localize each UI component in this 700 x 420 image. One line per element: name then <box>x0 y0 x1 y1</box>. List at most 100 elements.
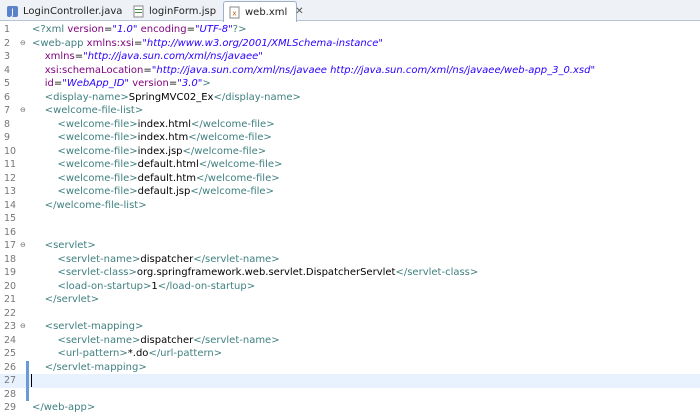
code-line[interactable]: 11 <welcome-file>default.html</welcome-f… <box>0 158 700 172</box>
token-tag: <welcome-file> <box>57 118 138 130</box>
code-line[interactable]: 10 <welcome-file>index.jsp</welcome-file… <box>0 145 700 159</box>
token-pi: <?xml <box>32 24 68 35</box>
code-line[interactable]: 9 <welcome-file>index.htm</welcome-file> <box>0 131 700 145</box>
token-val: "1.0" <box>112 24 138 35</box>
code-line[interactable]: 7 ⊖ <welcome-file-list> <box>0 104 700 118</box>
tab-label: web.xml <box>245 6 288 18</box>
token-txt: org.springframework.web.servlet.Dispatch… <box>136 267 396 278</box>
code-text: <welcome-file>default.html</welcome-file… <box>32 158 282 172</box>
code-line[interactable]: 3 xmlns="http://java.sun.com/xml/ns/java… <box>0 50 700 64</box>
token-tag: </url-pattern> <box>148 348 223 359</box>
line-number: 28 <box>4 388 17 400</box>
token-tag: <display-name> <box>44 91 129 103</box>
code-line[interactable]: 20 <load-on-startup>1</load-on-startup> <box>0 280 700 294</box>
code-line[interactable]: 26 </servlet-mapping> <box>0 360 700 375</box>
token-tag: </servlet-name> <box>193 253 280 265</box>
code-line[interactable]: 5 id="WebApp_ID" version="3.0"> <box>0 77 700 91</box>
token-tag: </welcome-file> <box>190 186 274 197</box>
fold-toggle-icon[interactable]: ⊖ <box>20 239 28 253</box>
token-tag: <web-app <box>32 37 87 49</box>
java-file-icon: J <box>6 5 19 18</box>
code-line[interactable]: 29 </web-app> <box>0 401 700 415</box>
tab-label: LoginController.java <box>23 6 123 17</box>
code-line[interactable]: 14 </welcome-file-list> <box>0 199 700 213</box>
tab-login-controller-java[interactable]: J LoginController.java <box>2 2 127 21</box>
line-number: 14 <box>4 199 17 211</box>
code-line[interactable]: 24 <servlet-name>dispatcher</servlet-nam… <box>0 334 700 348</box>
token-val: "3.0" <box>177 78 203 89</box>
code-line[interactable]: 4 xsi:schemaLocation="http://java.sun.co… <box>0 64 700 78</box>
code-text: <servlet-name>dispatcher</servlet-name> <box>32 253 280 267</box>
code-line[interactable]: 15 <box>0 212 700 226</box>
tab-login-form-jsp[interactable]: loginForm.jsp <box>128 2 223 21</box>
line-number: 19 <box>4 267 17 278</box>
token-txt: = <box>143 64 152 76</box>
jsp-file-icon <box>132 5 145 18</box>
code-line[interactable]: 8 <welcome-file>index.html</welcome-file… <box>0 118 700 132</box>
token-txt: = <box>53 78 63 89</box>
line-number: 16 <box>4 226 17 238</box>
token-attr: xmlns:xsi <box>86 37 134 49</box>
token-tag: </welcome-file> <box>196 172 280 184</box>
code-line[interactable]: 19 <servlet-class>org.springframework.we… <box>0 266 700 280</box>
code-line-current[interactable]: 27 <box>0 374 700 388</box>
code-line[interactable]: 23 ⊖ <servlet-mapping> <box>0 320 700 334</box>
fold-toggle-icon[interactable]: ⊖ <box>20 320 28 334</box>
token-tag: </servlet> <box>44 294 100 305</box>
token-tag: </welcome-file> <box>182 145 267 157</box>
code-line[interactable]: 13 <welcome-file>default.jsp</welcome-fi… <box>0 185 700 199</box>
code-line[interactable]: 28 <box>0 387 700 401</box>
token-val: "UTF-8" <box>194 24 233 35</box>
token-attr: id <box>44 78 54 89</box>
code-text: <url-pattern>*.do</url-pattern> <box>32 347 222 361</box>
code-line[interactable]: 12 <welcome-file>default.htm</welcome-fi… <box>0 172 700 186</box>
token-tag: <welcome-file> <box>57 132 138 143</box>
code-line[interactable]: 2 ⊖ <web-app xmlns:xsi="http://www.w3.org/… <box>0 37 700 51</box>
token-txt: index.jsp <box>137 145 183 157</box>
code-text: </servlet-mapping> <box>32 361 147 375</box>
code-line[interactable]: 25 <url-pattern>*.do</url-pattern> <box>0 347 700 361</box>
code-line[interactable]: 21 </servlet> <box>0 293 700 307</box>
xml-editor[interactable]: 1 <?xml version="1.0" encoding="UTF-8"?> 2… <box>0 22 700 420</box>
line-number: 26 <box>4 361 17 373</box>
line-number: 20 <box>4 280 17 292</box>
token-txt: = <box>168 78 178 89</box>
code-line[interactable]: 22 <box>0 307 700 321</box>
line-number: 4 <box>4 64 11 76</box>
token-attr: version <box>67 24 104 35</box>
text-caret <box>31 374 32 387</box>
fold-toggle-icon[interactable]: ⊖ <box>20 37 28 51</box>
token-txt: index.htm <box>137 132 189 143</box>
line-number: 3 <box>4 51 11 62</box>
code-text: <servlet> <box>32 239 96 253</box>
code-text: <servlet-class>org.springframework.web.s… <box>32 266 478 280</box>
token-tag: </welcome-file> <box>198 159 283 170</box>
code-line[interactable]: 6 <display-name>SpringMVC02_Ex</display-… <box>0 91 700 105</box>
line-number: 22 <box>4 307 17 319</box>
token-tag: </load-on-startup> <box>157 280 256 292</box>
fold-toggle-icon[interactable]: ⊖ <box>20 104 28 118</box>
close-icon[interactable]: ✕ <box>295 7 303 17</box>
code-line[interactable]: 18 <servlet-name>dispatcher</servlet-nam… <box>0 253 700 267</box>
code-line[interactable]: 16 <box>0 226 700 240</box>
line-number: 13 <box>4 186 17 197</box>
token-tag: <welcome-file> <box>57 159 138 170</box>
tab-web-xml[interactable]: x web.xml ✕ <box>223 1 304 22</box>
code-line[interactable]: 1 <?xml version="1.0" encoding="UTF-8"?> <box>0 23 700 37</box>
token-tag: </display-name> <box>213 91 301 103</box>
code-line[interactable]: 17 ⊖ <servlet> <box>0 239 700 253</box>
code-text: <welcome-file>index.html</welcome-file> <box>32 118 274 132</box>
line-number: 24 <box>4 334 17 346</box>
svg-text:J: J <box>10 8 14 18</box>
token-txt: dispatcher <box>140 334 194 346</box>
code-text: xsi:schemaLocation="http://java.sun.com/… <box>32 64 595 78</box>
